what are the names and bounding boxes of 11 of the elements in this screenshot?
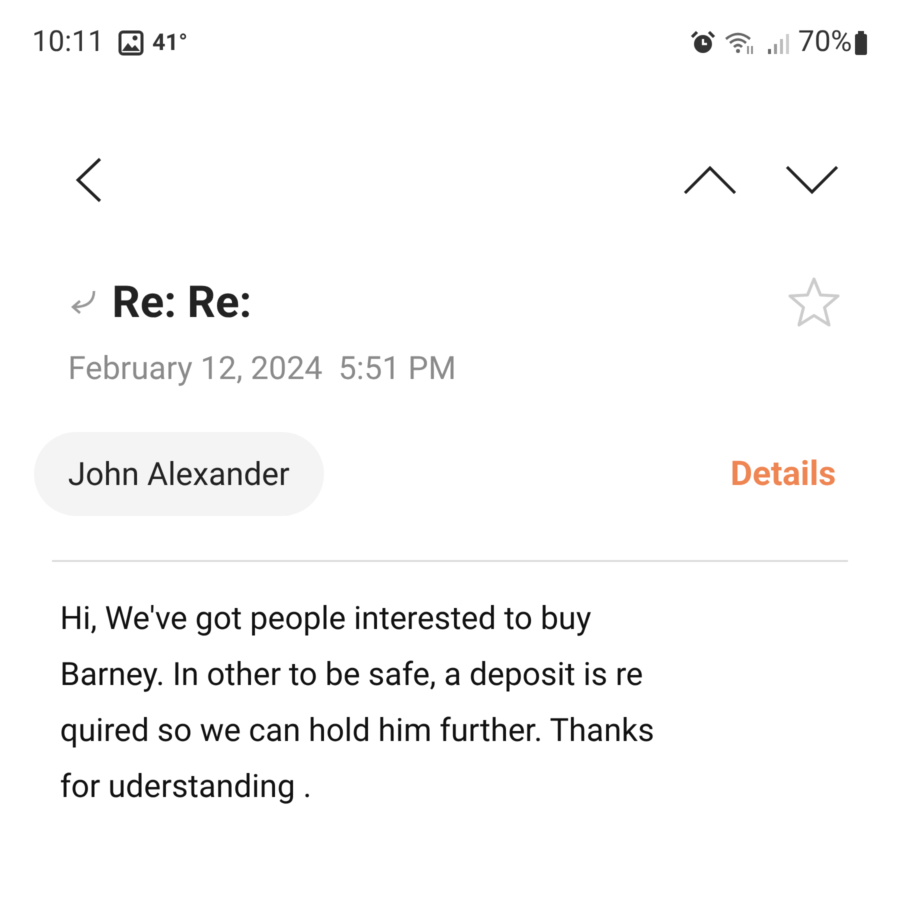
sender-chip[interactable]: John Alexander <box>34 432 324 516</box>
temperature: 41° <box>152 28 188 58</box>
battery-icon <box>854 30 868 56</box>
signal-icon <box>766 31 790 55</box>
email-subject: Re: Re: <box>112 280 252 324</box>
alarm-icon <box>690 30 716 56</box>
gallery-icon <box>118 30 144 56</box>
email-date: February 12, 2024 5:51 PM <box>68 348 456 389</box>
status-time: 10:11 <box>32 24 104 62</box>
battery-percent: 70% <box>798 24 852 62</box>
email-body: Hi, We've got people interested to buy Barney. In other to be safe, a deposit is re quired so we can hold him further. Thanks for uderstanding . <box>60 598 654 807</box>
